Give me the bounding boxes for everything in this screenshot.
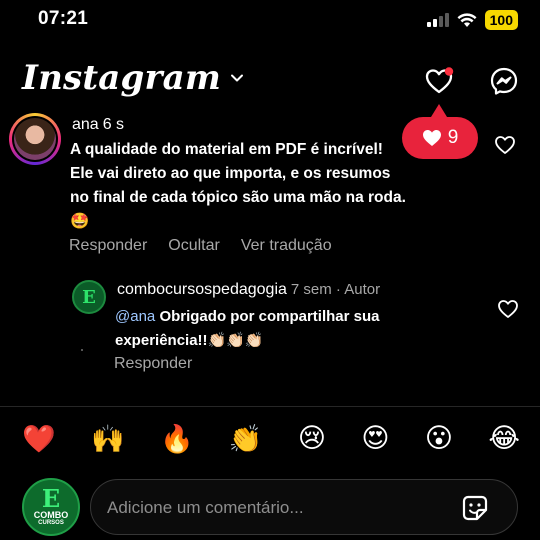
account-switcher[interactable]: Instagram (22, 58, 245, 98)
emoji-fire[interactable]: 🔥 (160, 423, 194, 455)
like-count: 9 (447, 127, 459, 148)
avatar-logo-letter: E (41, 483, 61, 513)
reply-button[interactable]: Responder (69, 237, 147, 255)
divider-dot (81, 349, 83, 351)
hide-button[interactable]: Ocultar (168, 237, 220, 255)
app-title: Instagram (22, 58, 221, 98)
like-notification-bubble[interactable]: 9 (402, 117, 478, 159)
emoji-surprised[interactable]: 😮 (425, 423, 453, 455)
emoji-clap[interactable]: 👏 (229, 423, 263, 455)
reply-header: combocursospedagogia 7 sem · Autor (117, 281, 380, 299)
emoji-laughing[interactable]: 😂 (488, 423, 520, 455)
status-time: 07:21 (38, 8, 89, 29)
mention-link[interactable]: @ana (115, 308, 155, 325)
comment-text: A qualidade do material em PDF é incríve… (70, 141, 406, 230)
comment-username[interactable]: ana (72, 116, 99, 133)
messenger-icon[interactable] (489, 66, 519, 96)
avatar-logo-letter: E (82, 286, 96, 308)
heart-filled-icon (422, 130, 441, 146)
comment-like-icon[interactable] (494, 134, 516, 156)
heart-icon[interactable] (424, 66, 454, 96)
reply-body: Obrigado por compartilhar sua experiênci… (115, 308, 380, 349)
wifi-icon (457, 12, 477, 27)
emoji-heart[interactable]: ❤️ (22, 423, 56, 455)
battery-indicator: 100 (484, 10, 518, 30)
sticker-icon[interactable] (459, 492, 491, 524)
avatar-logo-text: COMBO (33, 509, 69, 520)
signal-icon (426, 13, 449, 27)
like-bubble-tail (431, 104, 447, 117)
composer-avatar[interactable]: E COMBO CURSOS (22, 478, 80, 536)
comment-actions: Responder Ocultar Ver tradução (69, 237, 332, 255)
avatar[interactable] (9, 113, 61, 165)
emoji-raised-hands[interactable]: 🙌 (91, 423, 125, 455)
translate-button[interactable]: Ver tradução (241, 237, 332, 255)
emoji-bar: ❤️ 🙌 🔥 👏 😢 😍 😮 😂 (22, 423, 520, 455)
comment-composer (90, 479, 518, 535)
comment-time: 6 s (102, 116, 125, 133)
emoji-crying[interactable]: 😢 (298, 423, 326, 455)
reply-meta: 7 sem · Autor (290, 281, 381, 298)
reply-username[interactable]: combocursospedagogia (117, 281, 287, 298)
status-icons: 100 (426, 10, 518, 30)
emoji-heart-eyes[interactable]: 😍 (361, 423, 389, 455)
reply-text: @ana Obrigado por compartilhar sua exper… (115, 305, 385, 353)
notification-dot (444, 67, 454, 76)
divider (0, 406, 540, 407)
comment-input[interactable] (107, 494, 447, 522)
comment-header: ana 6 s (72, 116, 124, 134)
chevron-down-icon (231, 74, 243, 82)
reply-avatar[interactable]: E (72, 280, 106, 314)
reply-like-icon[interactable] (497, 298, 519, 320)
reply-reply-button[interactable]: Responder (114, 355, 192, 373)
avatar-logo-subtext: CURSOS (38, 519, 64, 526)
